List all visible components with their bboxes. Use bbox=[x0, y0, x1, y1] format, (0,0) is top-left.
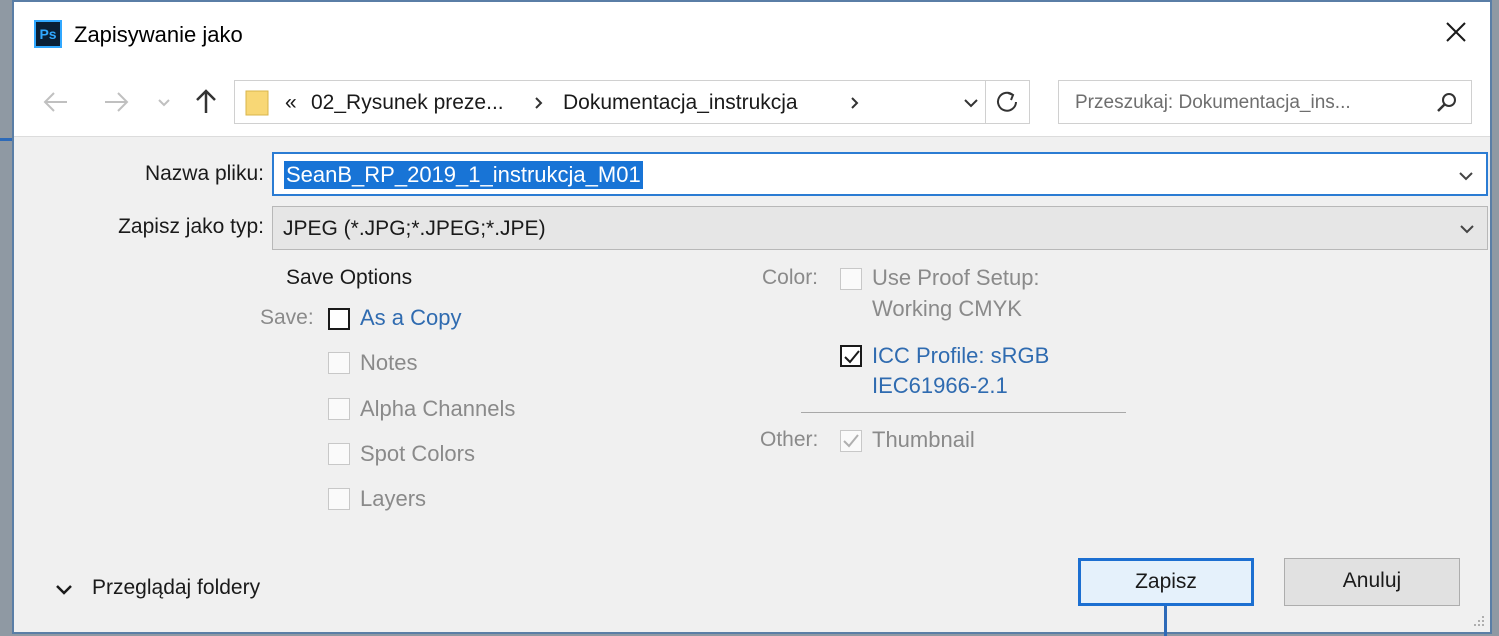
filetype-dropdown-button[interactable] bbox=[1457, 219, 1477, 239]
chevron-down-icon bbox=[1459, 172, 1473, 181]
navigation-bar: « 02_Rysunek preze... Dokumentacja_instr… bbox=[14, 66, 1490, 137]
folder-icon bbox=[245, 89, 269, 117]
arrow-left-icon bbox=[43, 92, 67, 112]
up-button[interactable] bbox=[190, 86, 222, 118]
filetype-select[interactable]: JPEG (*.JPG;*.JPEG;*.JPE) bbox=[272, 206, 1488, 250]
filename-field[interactable]: SeanB_RP_2019_1_instrukcja_M01 bbox=[272, 152, 1488, 196]
browse-folders-label: Przeglądaj foldery bbox=[92, 576, 261, 599]
icc-profile-name: IEC61966-2.1 bbox=[872, 373, 1008, 398]
as-a-copy-checkbox[interactable] bbox=[328, 308, 350, 330]
filename-dropdown-button[interactable] bbox=[1456, 166, 1476, 186]
chevron-down-icon bbox=[964, 99, 978, 108]
options-divider bbox=[801, 412, 1126, 413]
cancel-button[interactable]: Anuluj bbox=[1284, 558, 1460, 606]
search-input[interactable]: Przeszukaj: Dokumentacja_ins... bbox=[1058, 80, 1472, 124]
use-proof-setup-label: Use Proof Setup: bbox=[872, 265, 1040, 290]
checkmark-icon bbox=[843, 434, 859, 448]
icc-profile-label[interactable]: ICC Profile: sRGB bbox=[872, 343, 1049, 369]
use-proof-setup-checkbox[interactable] bbox=[840, 268, 862, 290]
recent-locations-button[interactable] bbox=[154, 86, 174, 118]
notes-label: Notes bbox=[360, 350, 418, 375]
title-bar: Ps Zapisywanie jako bbox=[14, 2, 1490, 66]
filetype-value: JPEG (*.JPG;*.JPEG;*.JPE) bbox=[283, 217, 546, 240]
chevron-down-icon bbox=[158, 99, 170, 107]
save-as-dialog: Ps Zapisywanie jako « 02_Rysunek preze..… bbox=[12, 0, 1492, 636]
breadcrumb-separator-icon[interactable] bbox=[849, 95, 861, 111]
breadcrumb-segment-2[interactable]: Dokumentacja_instrukcja bbox=[563, 91, 798, 115]
spot-colors-label: Spot Colors bbox=[360, 441, 475, 466]
close-icon bbox=[1446, 22, 1466, 42]
layers-checkbox[interactable] bbox=[328, 488, 350, 510]
photoshop-app-icon: Ps bbox=[34, 20, 62, 48]
spot-colors-checkbox[interactable] bbox=[328, 443, 350, 465]
breadcrumb-separator-icon[interactable] bbox=[533, 95, 545, 111]
pointer-line-bottom bbox=[1164, 606, 1167, 636]
arrow-up-icon bbox=[196, 89, 216, 113]
address-bar[interactable]: « 02_Rysunek preze... Dokumentacja_instr… bbox=[234, 80, 986, 124]
arrow-right-icon bbox=[105, 92, 129, 112]
search-placeholder: Przeszukaj: Dokumentacja_ins... bbox=[1075, 92, 1351, 113]
checkmark-icon bbox=[844, 350, 860, 364]
filename-value[interactable]: SeanB_RP_2019_1_instrukcja_M01 bbox=[284, 161, 643, 189]
back-button[interactable] bbox=[40, 86, 72, 118]
filetype-label: Zapisz jako typ: bbox=[118, 215, 264, 238]
alpha-channels-label: Alpha Channels bbox=[360, 396, 516, 421]
search-icon[interactable] bbox=[1435, 91, 1459, 115]
resize-grip-icon[interactable] bbox=[1472, 614, 1486, 628]
thumbnail-label: Thumbnail bbox=[872, 427, 975, 452]
layers-label: Layers bbox=[360, 486, 427, 511]
close-button[interactable] bbox=[1436, 12, 1476, 52]
save-label: Save: bbox=[260, 306, 314, 329]
breadcrumb-segment-1[interactable]: 02_Rysunek preze... bbox=[311, 91, 504, 115]
chevron-down-icon bbox=[1460, 225, 1474, 234]
forward-button[interactable] bbox=[100, 86, 132, 118]
path-overflow-icon[interactable]: « bbox=[285, 91, 297, 115]
other-label: Other: bbox=[760, 428, 819, 451]
address-dropdown-button[interactable] bbox=[961, 93, 981, 113]
icc-profile-checkbox[interactable] bbox=[840, 345, 862, 367]
alpha-channels-checkbox[interactable] bbox=[328, 398, 350, 420]
save-button[interactable]: Zapisz bbox=[1078, 558, 1254, 606]
proof-setup-profile: Working CMYK bbox=[872, 296, 1022, 321]
save-options-title: Save Options bbox=[286, 266, 413, 289]
as-a-copy-label[interactable]: As a Copy bbox=[360, 305, 462, 331]
filename-label: Nazwa pliku: bbox=[144, 162, 264, 185]
refresh-button[interactable] bbox=[986, 80, 1030, 124]
chevron-down-icon bbox=[54, 580, 74, 600]
thumbnail-checkbox[interactable] bbox=[840, 430, 862, 452]
refresh-icon bbox=[997, 91, 1017, 112]
color-label: Color: bbox=[762, 266, 819, 289]
notes-checkbox[interactable] bbox=[328, 352, 350, 374]
dialog-title: Zapisywanie jako bbox=[74, 22, 243, 47]
